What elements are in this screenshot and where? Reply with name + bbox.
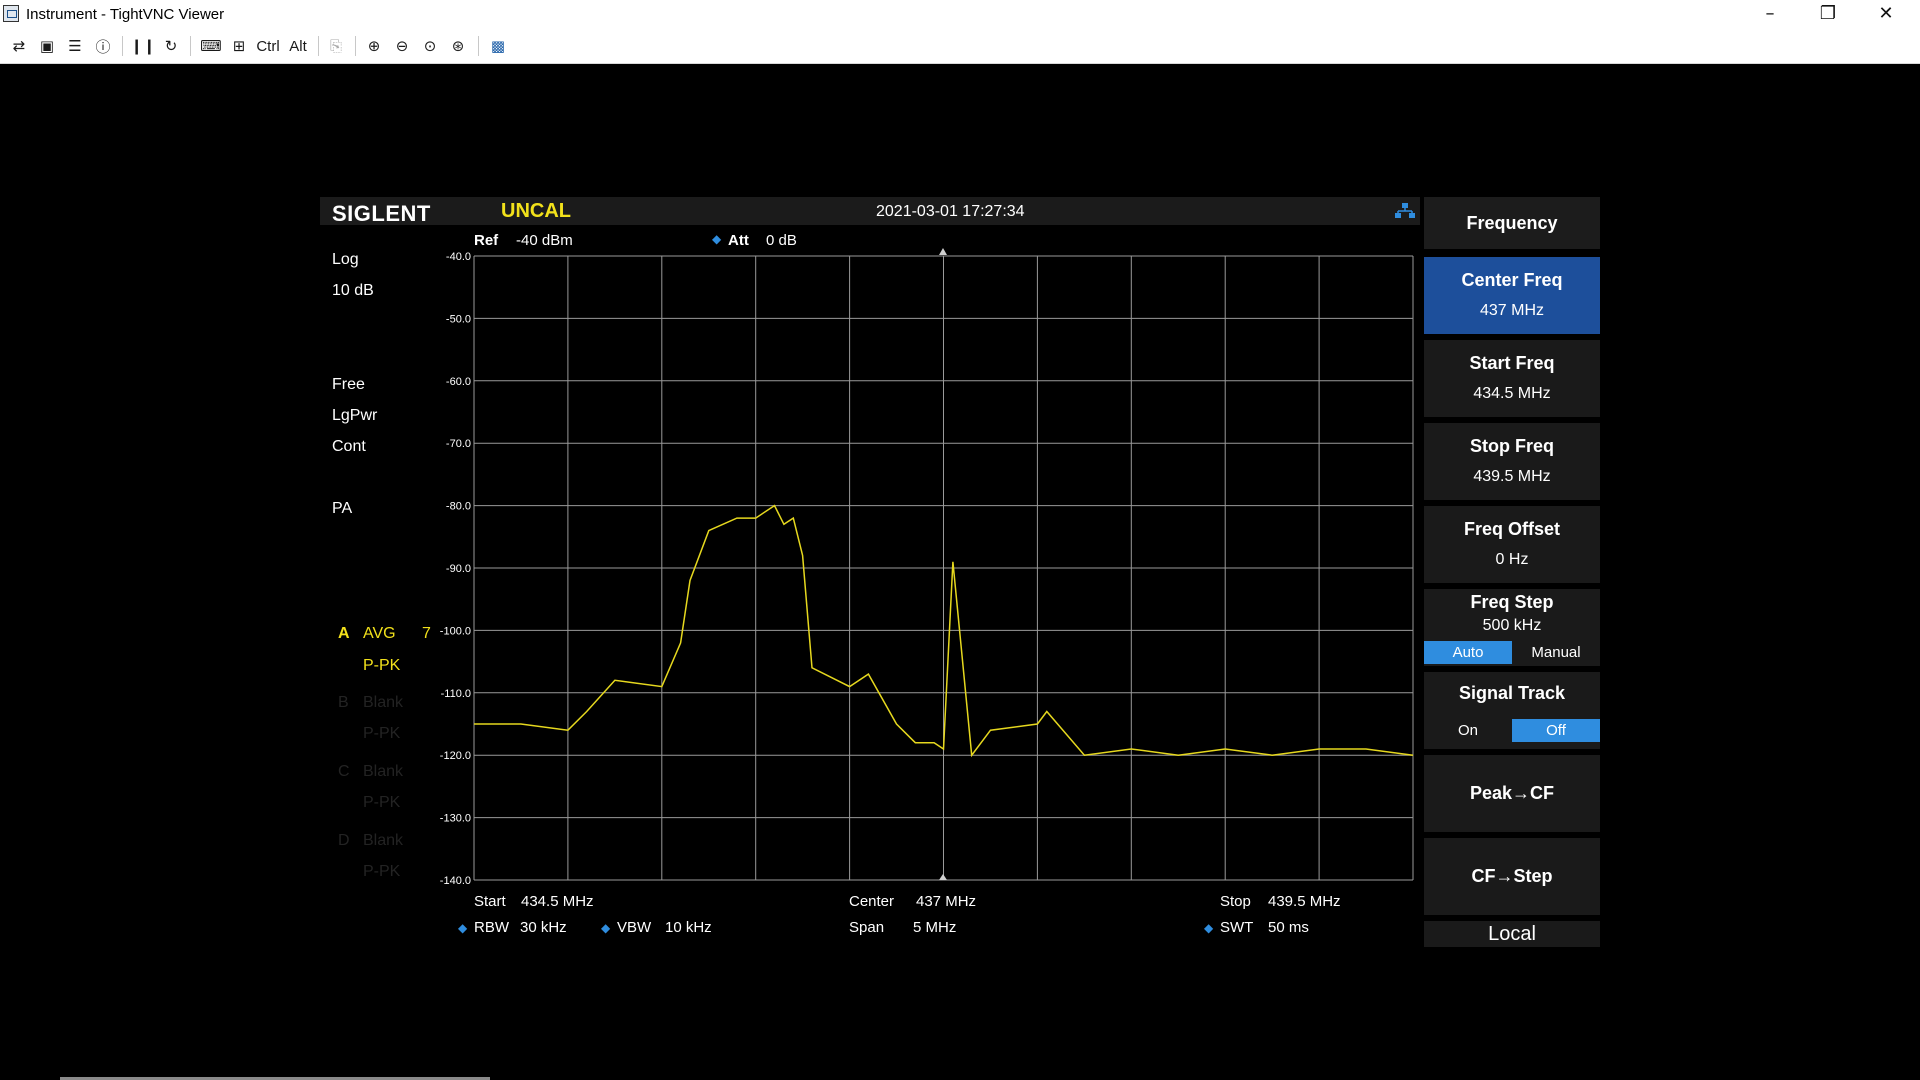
start-value: 434.5 MHz bbox=[521, 893, 594, 910]
start-freq-label: Start Freq bbox=[1469, 353, 1555, 373]
toolbar-divider bbox=[318, 36, 319, 56]
rbw-value: 30 kHz bbox=[520, 919, 567, 936]
freq-step-softkey[interactable]: Freq Step 500 kHz Auto Manual bbox=[1424, 589, 1600, 666]
alt-key-button[interactable]: Alt bbox=[284, 33, 312, 59]
window-titlebar: Instrument - TightVNC Viewer – ❐ ✕ bbox=[0, 0, 1920, 29]
maximize-button[interactable]: ❐ bbox=[1799, 0, 1857, 29]
zoom-fit-icon[interactable]: ⊛ bbox=[445, 33, 471, 59]
pause-icon[interactable]: ❙❙ bbox=[130, 33, 156, 59]
zoom-100-icon[interactable]: ⊙ bbox=[417, 33, 443, 59]
frequency-softkey-menu: Frequency Center Freq 437 MHz Start Freq… bbox=[1424, 197, 1600, 947]
toolbar-divider bbox=[355, 36, 356, 56]
y-tick-label: -130.0 bbox=[440, 813, 471, 825]
toolbar-divider bbox=[122, 36, 123, 56]
save-icon[interactable]: ▣ bbox=[34, 33, 60, 59]
center-label: Center bbox=[849, 893, 895, 910]
window-title: Instrument - TightVNC Viewer bbox=[26, 6, 225, 23]
span-label: Span bbox=[849, 919, 885, 936]
signal-track-on-option[interactable]: On bbox=[1424, 719, 1512, 742]
stop-value: 439.5 MHz bbox=[1268, 893, 1341, 910]
center-freq-label: Center Freq bbox=[1461, 270, 1563, 290]
stop-freq-softkey[interactable]: Stop Freq 439.5 MHz bbox=[1424, 423, 1600, 500]
freq-offset-value: 0 Hz bbox=[1495, 551, 1529, 568]
zoom-in-icon[interactable]: ⊕ bbox=[361, 33, 387, 59]
vbw-marker-icon: ◆ bbox=[601, 921, 611, 935]
close-button[interactable]: ✕ bbox=[1857, 0, 1915, 29]
menu-title-label: Frequency bbox=[1466, 213, 1558, 233]
y-tick-label: -70.0 bbox=[446, 438, 471, 450]
rbw-label: RBW bbox=[474, 919, 509, 936]
start-freq-softkey[interactable]: Start Freq 434.5 MHz bbox=[1424, 340, 1600, 417]
center-freq-softkey[interactable]: Center Freq 437 MHz bbox=[1424, 257, 1600, 334]
toolbar-divider bbox=[190, 36, 191, 56]
stop-freq-label: Stop Freq bbox=[1470, 436, 1554, 456]
y-tick-labels: -40.0 -50.0 -60.0 -70.0 -80.0 -90.0 -100.0 -110… bbox=[440, 251, 471, 887]
cf-to-step-softkey[interactable]: CF→Step bbox=[1424, 838, 1600, 915]
swt-value: 50 ms bbox=[1268, 919, 1309, 936]
freq-step-mode-toggle[interactable]: Auto Manual bbox=[1424, 641, 1600, 664]
signal-track-label: Signal Track bbox=[1458, 683, 1566, 703]
y-tick-label: -110.0 bbox=[441, 688, 471, 700]
zoom-out-icon[interactable]: ⊖ bbox=[389, 33, 415, 59]
y-tick-label: -90.0 bbox=[446, 563, 471, 575]
rbw-marker-icon: ◆ bbox=[458, 921, 468, 935]
peak-to-cf-label: Peak→CF bbox=[1469, 783, 1555, 803]
refresh-icon[interactable]: ↻ bbox=[158, 33, 184, 59]
options-icon[interactable]: ☰ bbox=[62, 33, 88, 59]
center-marker-top-icon bbox=[939, 248, 947, 255]
vbw-label: VBW bbox=[617, 919, 652, 936]
swt-marker-icon: ◆ bbox=[1204, 921, 1214, 935]
center-marker-bottom-icon bbox=[939, 874, 947, 880]
vnc-toolbar: ⇄ ▣ ☰ ⓘ ❙❙ ↻ ⌨ ⊞ Ctrl Alt ⎘ ⊕ ⊖ ⊙ ⊛ ▩ bbox=[0, 29, 1920, 64]
start-label: Start bbox=[474, 893, 506, 910]
center-freq-value: 437 MHz bbox=[1479, 302, 1545, 319]
tightvnc-app-icon bbox=[3, 5, 19, 22]
win-key-icon[interactable]: ⊞ bbox=[226, 33, 252, 59]
stop-freq-value: 439.5 MHz bbox=[1473, 468, 1551, 485]
y-tick-label: -140.0 bbox=[440, 875, 471, 887]
signal-track-off-option[interactable]: Off bbox=[1512, 719, 1600, 742]
freq-offset-softkey[interactable]: Freq Offset 0 Hz bbox=[1424, 506, 1600, 583]
peak-to-cf-softkey[interactable]: Peak→CF bbox=[1424, 755, 1600, 832]
local-button[interactable]: Local bbox=[1424, 921, 1600, 947]
freq-step-manual-option[interactable]: Manual bbox=[1512, 641, 1600, 664]
vbw-value: 10 kHz bbox=[665, 919, 712, 936]
stop-label: Stop bbox=[1220, 893, 1251, 910]
local-label: Local bbox=[1488, 923, 1536, 945]
y-tick-label: -60.0 bbox=[446, 376, 471, 388]
y-tick-label: -50.0 bbox=[446, 313, 471, 325]
center-value: 437 MHz bbox=[916, 893, 977, 910]
swt-label: SWT bbox=[1220, 919, 1254, 936]
y-tick-label: -120.0 bbox=[440, 750, 471, 762]
spectrum-plot[interactable]: -40.0 -50.0 -60.0 -70.0 -80.0 -90.0 -100.0 -110… bbox=[320, 197, 1424, 917]
y-tick-label: -80.0 bbox=[446, 501, 471, 513]
connection-info-icon[interactable]: ⓘ bbox=[90, 33, 116, 59]
freq-offset-label: Freq Offset bbox=[1463, 519, 1560, 539]
freq-step-value: 500 kHz bbox=[1482, 617, 1542, 634]
toolbar-divider bbox=[478, 36, 479, 56]
signal-track-toggle[interactable]: On Off bbox=[1424, 719, 1600, 742]
plot-grid bbox=[473, 255, 1414, 881]
clipboard-icon[interactable]: ⎘ bbox=[323, 33, 349, 59]
minimize-button[interactable]: – bbox=[1741, 0, 1799, 29]
y-tick-label: -40.0 bbox=[446, 251, 471, 263]
new-connection-icon[interactable]: ⇄ bbox=[6, 33, 32, 59]
cf-to-step-label: CF→Step bbox=[1471, 866, 1553, 886]
freq-step-label: Freq Step bbox=[1470, 592, 1554, 612]
menu-title: Frequency bbox=[1424, 197, 1600, 249]
signal-track-softkey[interactable]: Signal Track On Off bbox=[1424, 672, 1600, 749]
span-value: 5 MHz bbox=[913, 919, 957, 936]
ctrl-alt-del-icon[interactable]: ⌨ bbox=[198, 33, 224, 59]
freq-step-auto-option[interactable]: Auto bbox=[1424, 641, 1512, 664]
y-tick-label: -100.0 bbox=[440, 625, 471, 637]
ctrl-key-button[interactable]: Ctrl bbox=[254, 33, 282, 59]
start-freq-value: 434.5 MHz bbox=[1473, 385, 1551, 402]
spectrum-analyzer-screen[interactable]: SIGLENT UNCAL 2021-03-01 17:27:34 Ref -4… bbox=[320, 197, 1600, 947]
full-screen-icon[interactable]: ▩ bbox=[485, 33, 511, 59]
